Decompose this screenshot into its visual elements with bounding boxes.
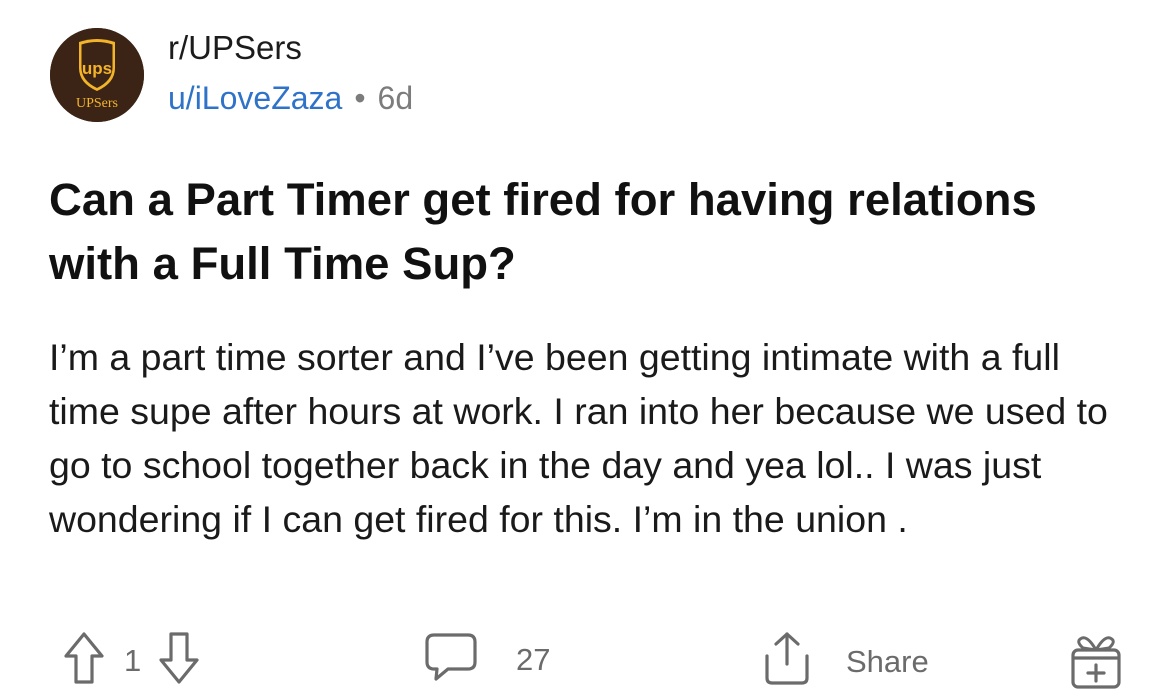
comment-count: 27 xyxy=(516,641,551,677)
gift-award-icon xyxy=(1066,632,1126,695)
share-button[interactable]: Share xyxy=(758,630,929,693)
avatar-logo-text: ups xyxy=(82,59,112,78)
post-title[interactable]: Can a Part Timer get fired for having re… xyxy=(49,168,1129,296)
arrow-up-icon[interactable] xyxy=(62,630,106,691)
post-card: ups UPSers r/UPSers u/iLoveZaza • 6d Can a… xyxy=(0,0,1170,694)
award-button[interactable] xyxy=(1066,632,1126,695)
share-upload-icon xyxy=(758,630,816,693)
action-bar: 1 27 Share xyxy=(0,628,1170,694)
avatar-community-text: UPSers xyxy=(76,96,118,111)
comment-bubble-icon xyxy=(424,632,478,687)
arrow-down-icon[interactable] xyxy=(157,630,201,691)
author-username[interactable]: u/iLoveZaza xyxy=(168,80,342,116)
post-body: I’m a part time sorter and I’ve been get… xyxy=(49,336,1108,540)
comments-button[interactable]: 27 xyxy=(424,632,550,687)
vote-count: 1 xyxy=(124,642,142,678)
community-avatar[interactable]: ups UPSers xyxy=(50,28,144,122)
post-age: 6d xyxy=(377,80,414,116)
subreddit-name[interactable]: r/UPSers xyxy=(168,28,302,68)
vote-group: 1 xyxy=(62,630,201,691)
share-label: Share xyxy=(846,643,929,679)
post-meta: u/iLoveZaza • 6d xyxy=(168,78,413,118)
ups-shield-icon: ups UPSers xyxy=(50,28,144,122)
meta-separator: • xyxy=(354,80,366,116)
